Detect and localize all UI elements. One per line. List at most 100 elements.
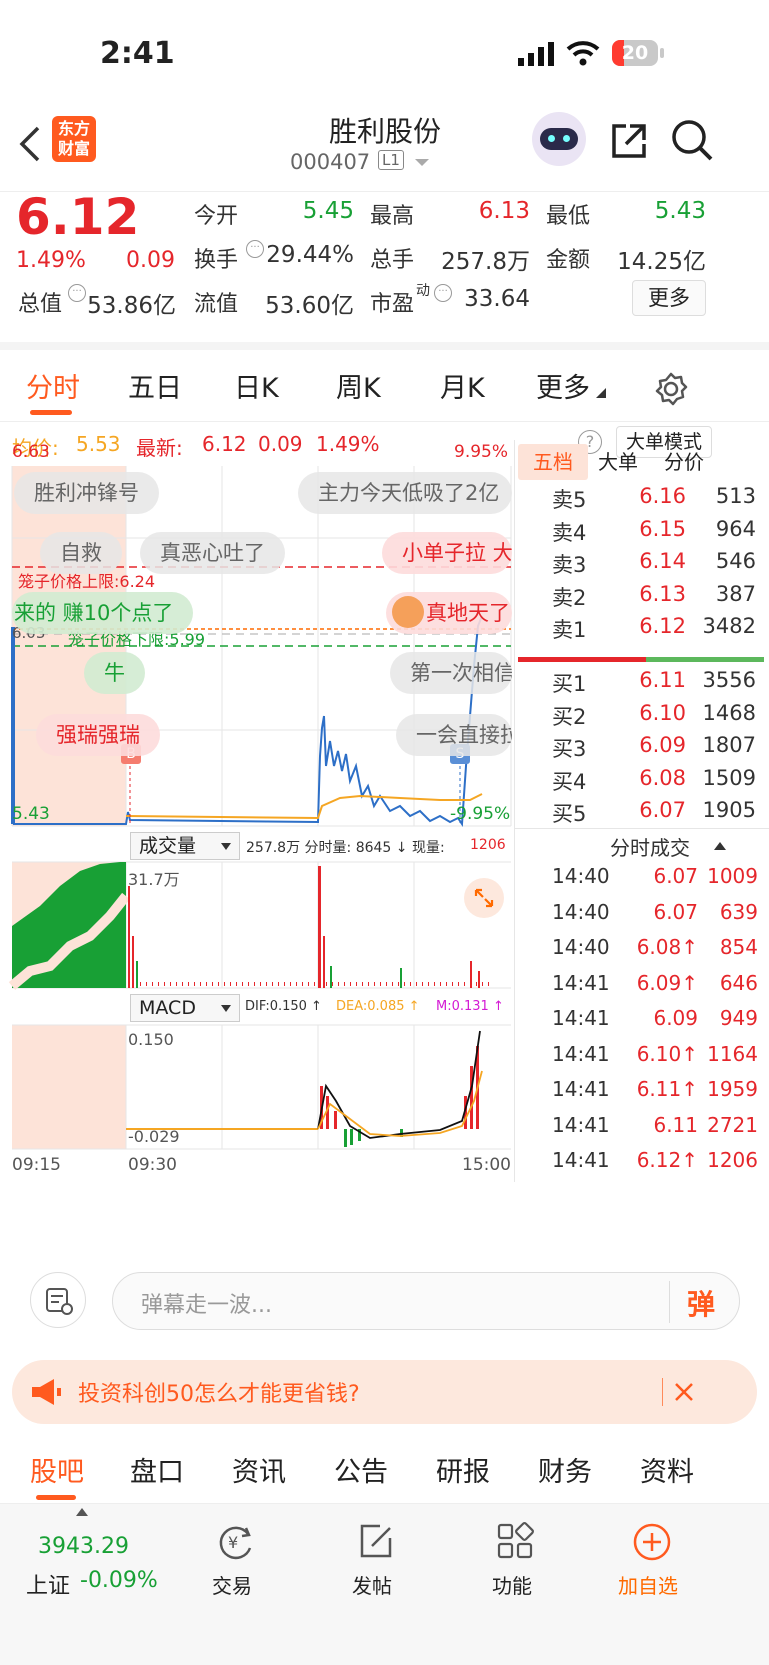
volume-bars [8, 862, 490, 990]
level-badge: L1 [378, 150, 404, 170]
more-triangle-icon [596, 388, 606, 398]
macd-m: M:0.131 ↑ [436, 999, 504, 1014]
back-icon[interactable] [16, 124, 42, 164]
ticks-title[interactable]: 分时成交 [610, 832, 690, 861]
last-pct: 1.49% [316, 432, 380, 456]
tick-row: 14:41 6.12↑ 1206 [552, 1148, 758, 1172]
tab-more[interactable]: 更多 [536, 366, 590, 405]
tab-daily-k[interactable]: 日K [234, 366, 279, 405]
bid-row: 买4 6.08 1509 [552, 765, 756, 794]
danmu-send-button[interactable]: 弹 [687, 1283, 715, 1323]
danmu-bubble: 牛 [84, 652, 145, 694]
caret-up-icon [714, 842, 726, 850]
function-icon[interactable] [496, 1522, 536, 1562]
pe-value: 33.64 [464, 286, 530, 312]
danmu-bar: 弹幕走一波... 弹 [0, 1256, 769, 1346]
macd-min-label: -0.029 [128, 1127, 180, 1146]
post-icon[interactable] [356, 1522, 396, 1562]
stock-name: 胜利股份 [328, 115, 441, 148]
caret-down-icon[interactable] [414, 158, 430, 168]
tab-intraday[interactable]: 分时 [26, 366, 80, 405]
battery-level: 20 [621, 42, 649, 64]
turnover-label: 换手 [194, 248, 239, 273]
pct-max-label: 9.95% [454, 442, 509, 462]
info-icon[interactable]: ··· [246, 240, 264, 258]
tab-five-levels[interactable]: 五档 [518, 444, 588, 480]
promo-banner[interactable]: 投资科创50怎么才能更省钱? [12, 1360, 757, 1424]
signal-icon [518, 42, 554, 66]
tab-research[interactable]: 研报 [436, 1450, 490, 1489]
info-icon[interactable]: ··· [68, 284, 86, 302]
tab-monthly-k[interactable]: 月K [440, 366, 485, 405]
tick-row: 14:41 6.11↑ 1959 [552, 1077, 758, 1101]
close-icon[interactable] [674, 1382, 694, 1402]
danmu-bubble: 一会直接拉 [396, 714, 512, 756]
danmu-settings-icon[interactable] [30, 1272, 86, 1328]
post-label[interactable]: 发帖 [352, 1570, 392, 1599]
time-open: 09:30 [128, 1155, 177, 1175]
chart-area: 6.63 9.95% 5.43 -9.95% 6.03 笼子价格上限:6.24 … [0, 440, 769, 1256]
robot-avatar-icon[interactable] [532, 112, 586, 166]
macd-max-label: 0.150 [128, 1030, 174, 1049]
indicator-select-macd[interactable]: MACD [130, 994, 240, 1022]
settings-icon[interactable] [654, 372, 688, 406]
pe-label: 市盈 [370, 292, 415, 317]
stock-code[interactable]: 000407 [290, 150, 370, 174]
volume-now: 1206 [470, 837, 506, 853]
ask-row: 卖3 6.14 546 [552, 549, 756, 577]
index-pct: -0.09% [80, 1568, 158, 1593]
amount-value: 14.25亿 [617, 249, 706, 275]
add-watchlist-label[interactable]: 加自选 [618, 1570, 678, 1599]
time-end: 15:00 [462, 1155, 511, 1175]
share-icon[interactable] [608, 120, 650, 162]
tab-price-distribution[interactable]: 分价 [664, 444, 704, 480]
info-icon[interactable]: ··· [434, 284, 452, 302]
last-label: 最新: [136, 436, 183, 460]
last-price: 6.12 [16, 188, 140, 246]
tab-pankou[interactable]: 盘口 [130, 1450, 184, 1489]
battery-icon: 20 [612, 40, 658, 66]
tab-announcements[interactable]: 公告 [334, 1450, 388, 1489]
index-name: 上证 [26, 1574, 71, 1599]
tab-profile[interactable]: 资料 [640, 1450, 694, 1489]
danmu-bubble: 自救 [40, 532, 122, 574]
status-time: 2:41 [100, 36, 175, 71]
app-logo[interactable]: 东方 财富 [52, 116, 96, 162]
tick-row: 14:41 6.09 949 [552, 1006, 758, 1030]
float-label: 流值 [194, 292, 239, 317]
svg-text:¥: ¥ [228, 1533, 238, 1552]
pe-sup: 动 [416, 283, 430, 299]
tab-news[interactable]: 资讯 [232, 1450, 286, 1489]
tab-finance[interactable]: 财务 [538, 1450, 592, 1489]
volume-max-label: 31.7万 [128, 870, 180, 889]
more-button[interactable]: 更多 [632, 280, 706, 316]
function-label[interactable]: 功能 [492, 1570, 532, 1599]
last-change: 0.09 [258, 432, 303, 456]
search-icon[interactable] [670, 118, 714, 162]
high-value: 6.13 [478, 198, 530, 224]
tab-weekly-k[interactable]: 周K [336, 366, 381, 405]
tab-five-day[interactable]: 五日 [128, 366, 182, 405]
danmu-input[interactable]: 弹幕走一波... 弹 [112, 1272, 740, 1330]
caret-down-icon [221, 1005, 231, 1012]
y-min-label: 5.43 [12, 804, 50, 824]
trade-icon[interactable]: ¥ [212, 1522, 258, 1562]
add-icon[interactable] [632, 1522, 672, 1562]
expand-icon[interactable] [464, 878, 504, 918]
tab-big-orders[interactable]: 大单 [598, 444, 638, 480]
volume-value: 257.8万 [441, 249, 530, 275]
tick-row: 14:40 6.08↑ 854 [552, 935, 758, 959]
ask-row: 卖1 6.12 3482 [552, 614, 756, 642]
megaphone-icon [32, 1379, 61, 1405]
turnover-value: 29.44% [266, 242, 354, 268]
tick-row: 14:40 6.07 1009 [552, 864, 758, 888]
index-value[interactable]: 3943.29 [38, 1534, 129, 1559]
float-value: 53.60亿 [265, 293, 354, 319]
indicator-select-volume[interactable]: 成交量 [130, 832, 240, 860]
time-start: 09:15 [12, 1155, 61, 1175]
tick-row: 14:41 6.09↑ 646 [552, 970, 758, 995]
mcap-value: 53.86亿 [87, 293, 176, 319]
trade-label[interactable]: 交易 [212, 1570, 252, 1599]
y-max-label: 6.63 [12, 442, 50, 462]
tab-guba[interactable]: 股吧 [30, 1450, 84, 1489]
